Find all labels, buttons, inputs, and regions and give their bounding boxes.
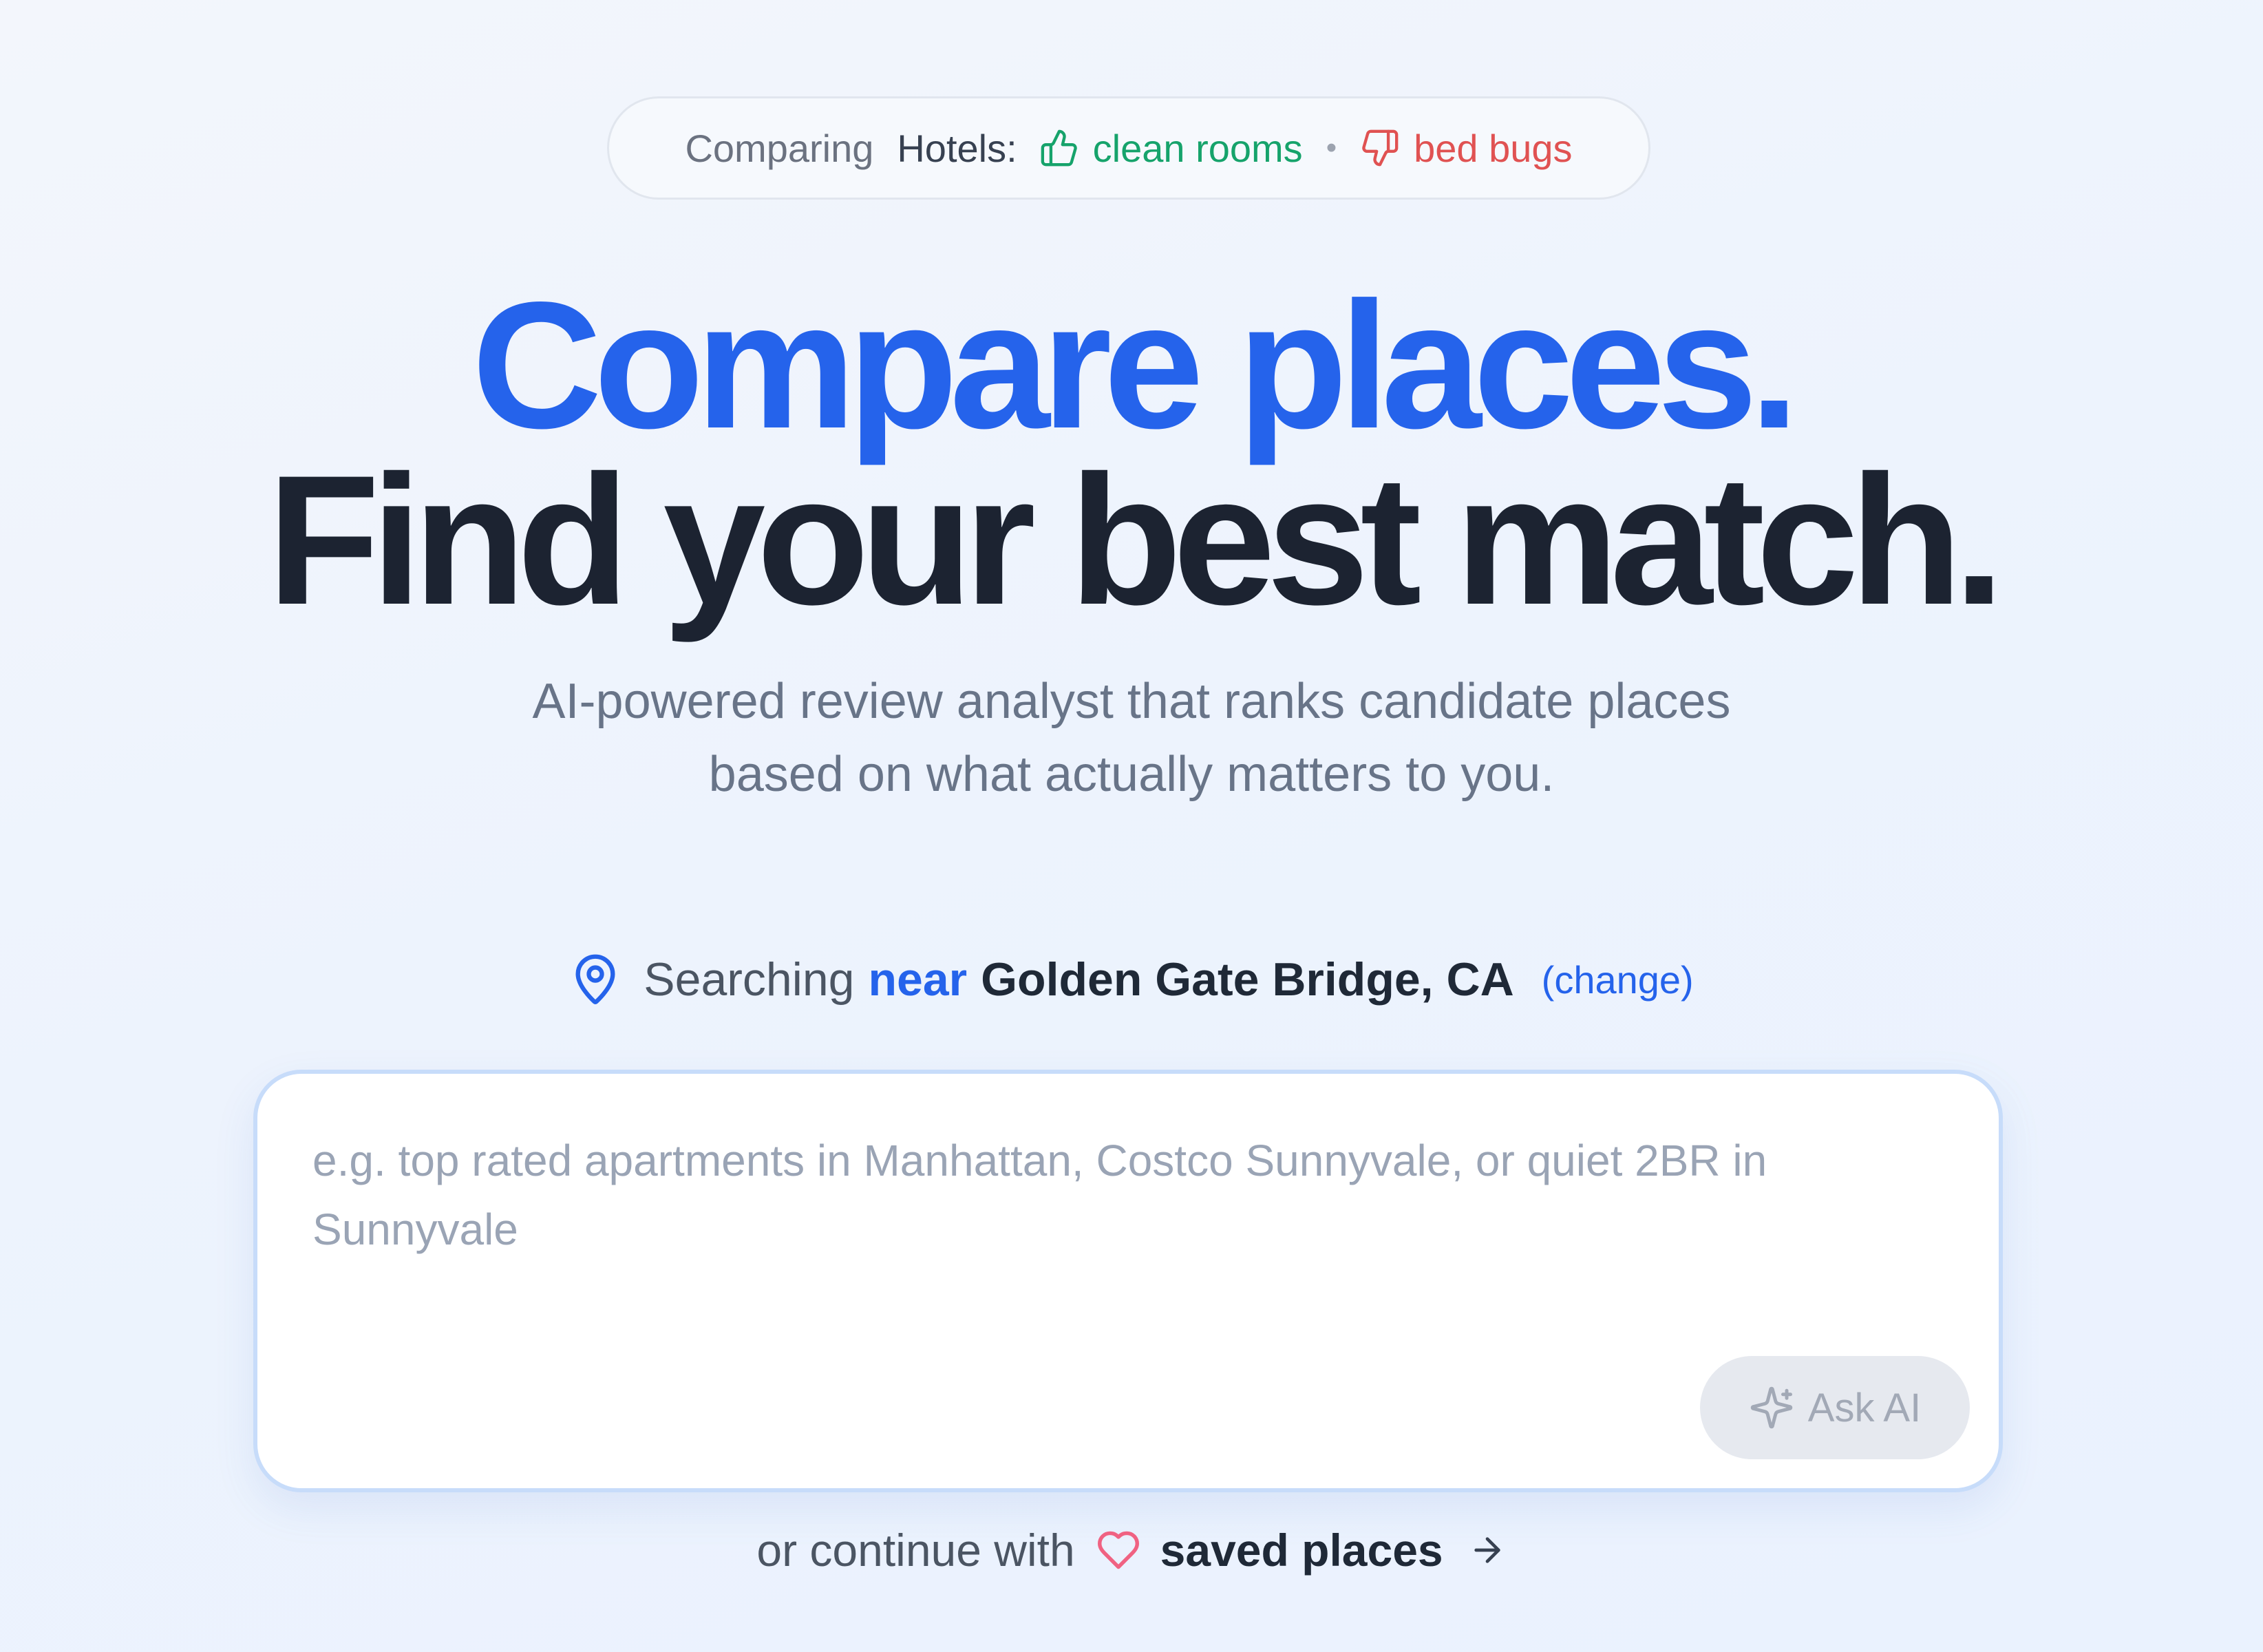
search-box: Ask AI — [253, 1070, 2003, 1492]
banner-category: Hotels: — [897, 126, 1017, 170]
saved-places-link[interactable]: saved places — [1160, 1524, 1443, 1576]
ask-ai-button[interactable]: Ask AI — [1700, 1356, 1970, 1459]
heart-icon — [1097, 1531, 1139, 1569]
search-input[interactable] — [312, 1126, 1951, 1305]
location-row: Searching near Golden Gate Bridge, CA (c… — [0, 950, 2263, 1009]
pro-label: clean rooms — [1092, 126, 1303, 170]
continue-prefix: or continue with — [756, 1525, 1075, 1576]
location-near: near — [868, 953, 968, 1006]
subtitle-line-1: AI-powered review analyst that ranks can… — [532, 674, 1731, 729]
arrow-right-icon[interactable] — [1468, 1531, 1507, 1569]
banner-prefix: Comparing — [685, 126, 874, 170]
location-prefix: Searching — [644, 953, 855, 1006]
change-location-link[interactable]: (change) — [1542, 957, 1694, 1002]
location-place: Golden Gate Bridge, CA — [981, 953, 1514, 1006]
thumbs-down-icon — [1362, 129, 1399, 167]
thumbs-up-icon — [1041, 129, 1077, 167]
map-pin-icon — [575, 954, 615, 1004]
banner-separator: • — [1326, 131, 1337, 165]
subtitle: AI-powered review analyst that ranks can… — [0, 665, 2263, 811]
continue-row: or continue with saved places — [0, 1524, 2263, 1576]
comparison-banner: Comparing Hotels: clean rooms • bed bugs — [607, 96, 1650, 200]
sparkle-icon — [1750, 1386, 1792, 1429]
ask-ai-label: Ask AI — [1807, 1385, 1922, 1430]
headline-secondary: Find your best match. — [267, 436, 2005, 643]
con-label: bed bugs — [1414, 126, 1573, 170]
subtitle-line-2: based on what actually matters to you. — [708, 747, 1555, 802]
